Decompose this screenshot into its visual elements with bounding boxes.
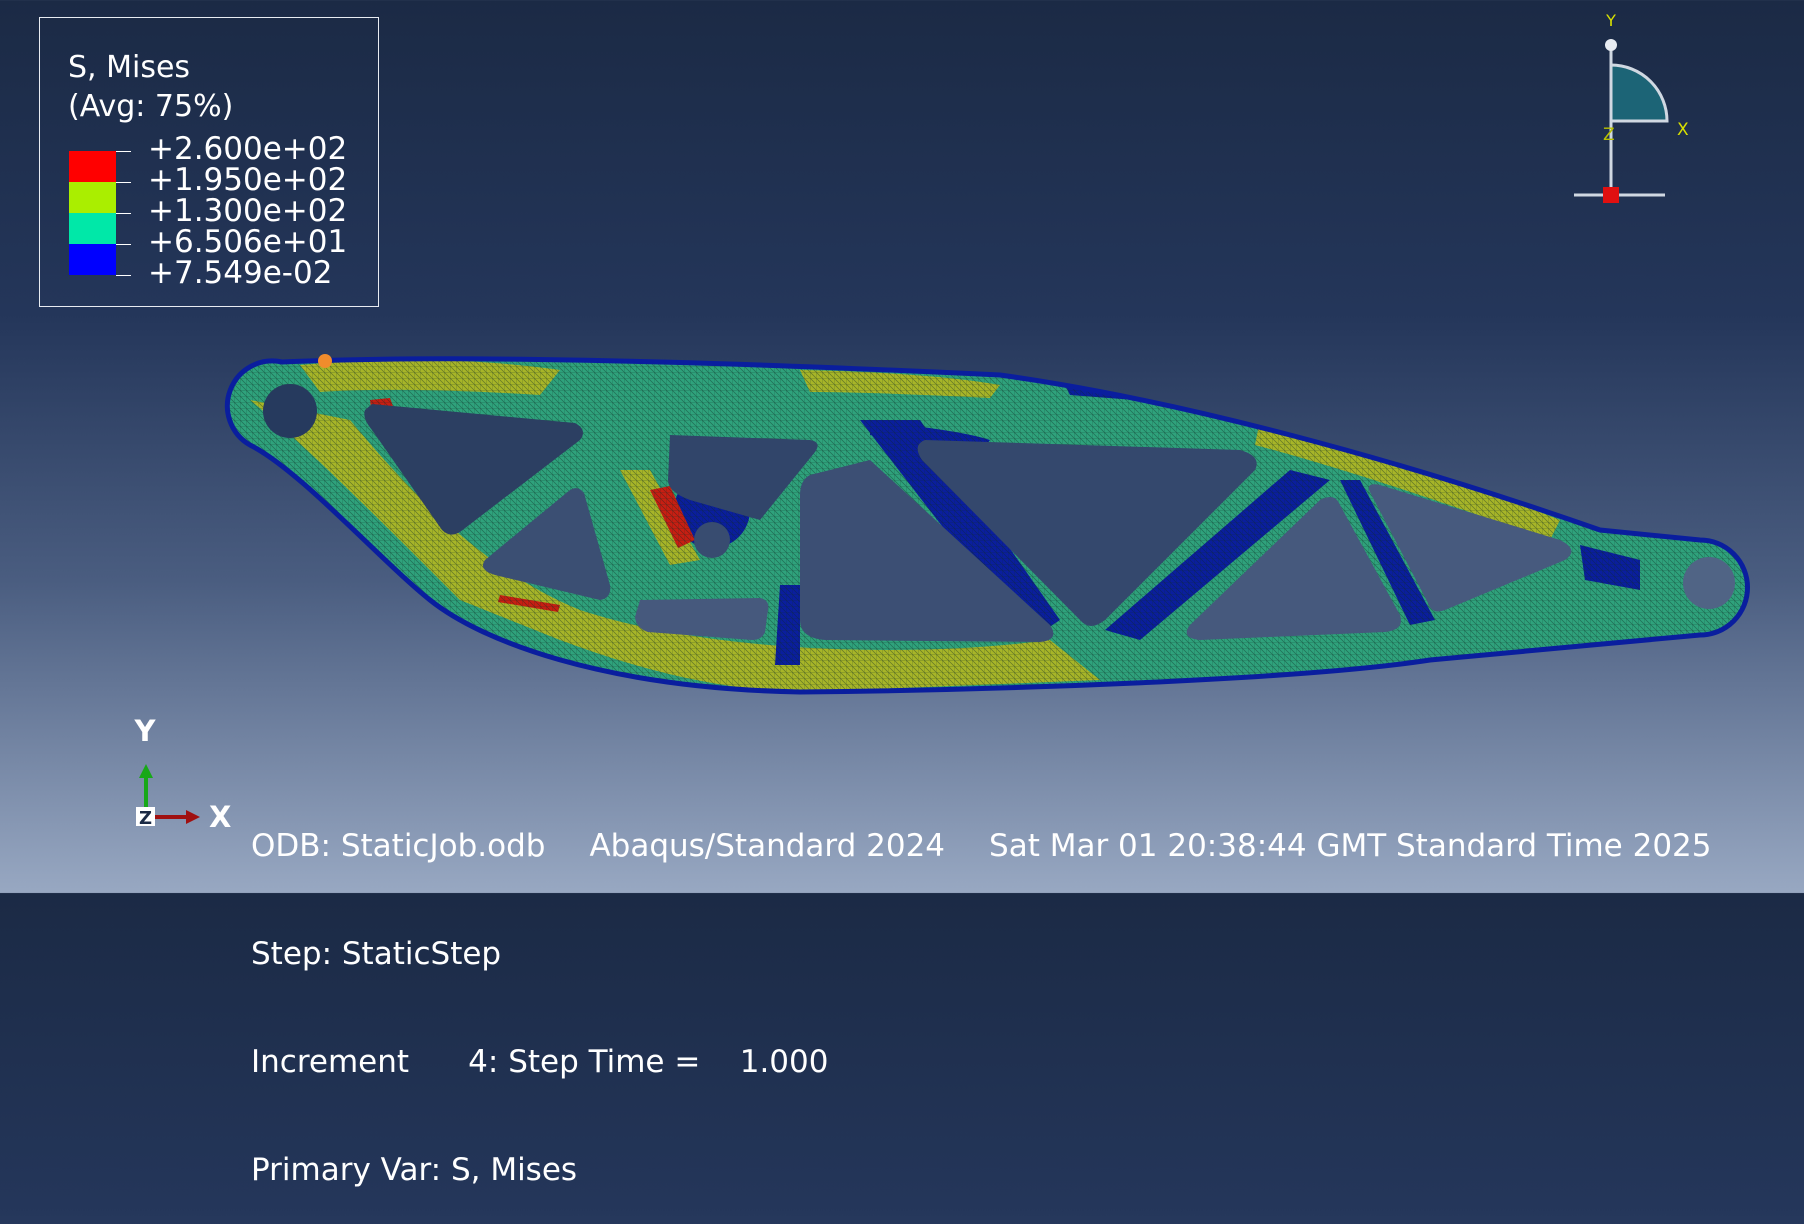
probe-point-marker[interactable] [318, 354, 332, 368]
axes-y-label: Y [134, 714, 157, 748]
step-name: Step: StaticStep [251, 936, 502, 972]
odb-name: ODB: StaticJob.odb [251, 828, 546, 864]
mesh-overlay [227, 358, 1748, 692]
run-datetime: Sat Mar 01 20:38:44 GMT Standard Time 20… [989, 828, 1712, 864]
axes-x-arrowhead [186, 810, 200, 824]
increment-info: Increment 4: Step Time = 1.000 [251, 1044, 829, 1080]
axes-x-label: X [209, 800, 231, 830]
job-info-block: ODB: StaticJob.odb Abaqus/Standard 2024 Sa… [251, 756, 1712, 1224]
primary-variable: Primary Var: S, Mises [251, 1152, 578, 1188]
axes-y-arrowhead [139, 764, 153, 778]
solver-version: Abaqus/Standard 2024 [589, 828, 946, 864]
axes-z-label: Z [139, 808, 152, 829]
center-pin-hole [694, 522, 730, 558]
right-pin-hole [1683, 557, 1735, 609]
global-axes-triad: Y X Z [134, 714, 232, 830]
bracket-part[interactable] [200, 340, 1760, 700]
info-line-odb: ODB: StaticJob.odb Abaqus/Standard 2024 Sa… [251, 828, 1712, 864]
left-pin-hole [263, 384, 317, 438]
